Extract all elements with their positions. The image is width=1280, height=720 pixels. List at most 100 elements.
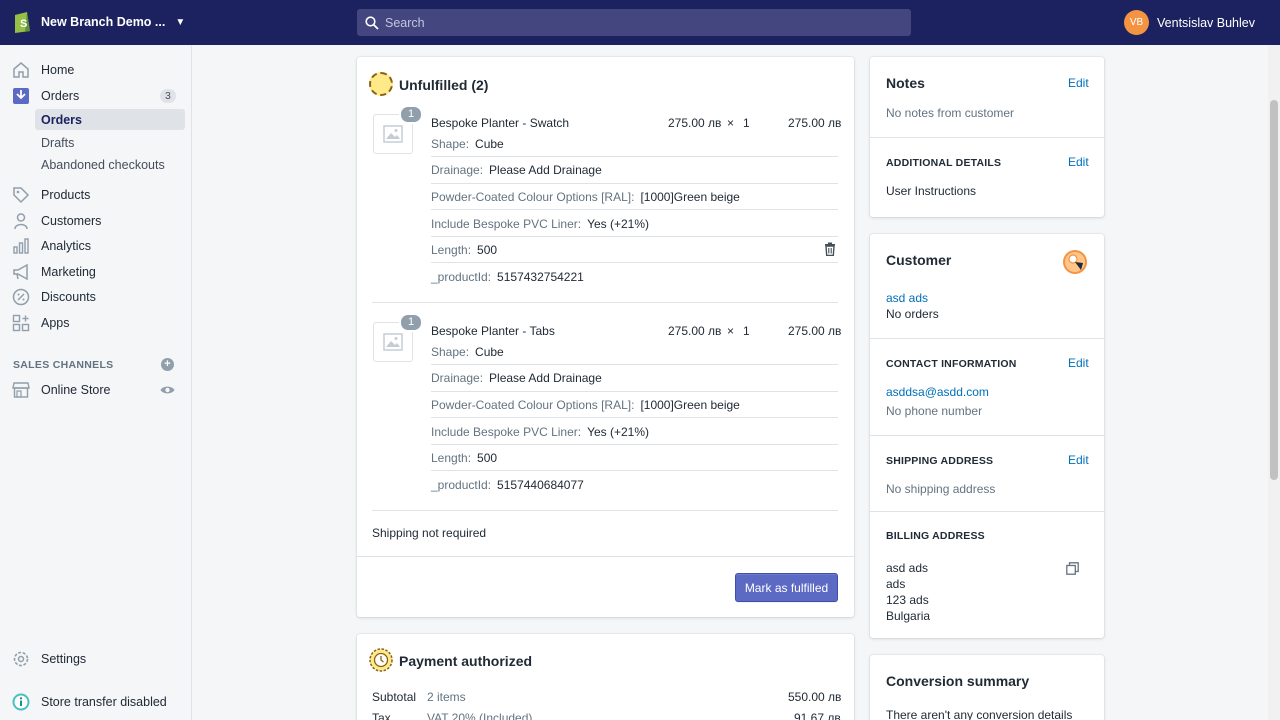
property-divider xyxy=(431,156,838,157)
customer-avatar[interactable] xyxy=(1063,250,1087,274)
edit-contact-link[interactable]: Edit xyxy=(1068,356,1089,370)
edit-shipping-address-link[interactable]: Edit xyxy=(1068,453,1089,467)
property-key: Drainage: xyxy=(431,163,484,177)
line-item-property: _productId: 5157432754221 xyxy=(431,270,838,284)
sidebar-item-home[interactable]: Home xyxy=(0,58,192,82)
mark-as-fulfilled-button[interactable]: Mark as fulfilled xyxy=(735,573,838,602)
sidebar-item-apps[interactable]: Apps xyxy=(0,311,192,335)
search-bar[interactable] xyxy=(357,9,911,36)
line-item-quantity: 1 xyxy=(743,116,750,130)
apps-icon xyxy=(12,314,30,332)
property-divider xyxy=(431,262,838,263)
property-divider xyxy=(431,444,838,445)
sales-channels-heading: SALES CHANNELS xyxy=(13,359,114,371)
sidebar-item-label: Store transfer disabled xyxy=(41,695,167,709)
property-value: Cube xyxy=(475,345,504,359)
tag-icon xyxy=(13,187,30,204)
store-name: New Branch Demo ... xyxy=(41,15,166,29)
property-key: Powder-Coated Colour Options [RAL]: xyxy=(431,190,635,204)
sidebar-item-label: Products xyxy=(41,188,91,202)
customer-email-link[interactable]: asddsa@asdd.com xyxy=(886,385,989,399)
property-key: Shape: xyxy=(431,137,470,151)
chevron-down-icon: ▼ xyxy=(175,16,186,28)
top-bar: S New Branch Demo ... ▼ VB Ventsislav Bu… xyxy=(0,0,1280,45)
quantity-badge: 1 xyxy=(399,313,423,332)
sidebar-item-analytics[interactable]: Analytics xyxy=(0,234,192,258)
eye-icon[interactable] xyxy=(160,385,175,395)
edit-notes-link[interactable]: Edit xyxy=(1068,76,1089,90)
property-divider xyxy=(431,209,838,210)
property-value: 5157440684077 xyxy=(497,478,584,492)
billing-address-line: 123 ads xyxy=(886,593,929,607)
edit-additional-details-link[interactable]: Edit xyxy=(1068,155,1089,169)
trash-icon[interactable] xyxy=(823,242,837,256)
sidebar-item-label: Apps xyxy=(41,316,70,330)
property-key: Powder-Coated Colour Options [RAL]: xyxy=(431,398,635,412)
shipping-address-heading: SHIPPING ADDRESS xyxy=(886,455,994,467)
sidebar-item-marketing[interactable]: Marketing xyxy=(0,260,192,284)
info-icon xyxy=(12,693,30,711)
payment-title: Payment authorized xyxy=(399,653,533,669)
store-transfer-status[interactable]: Store transfer disabled xyxy=(0,690,192,714)
card-divider xyxy=(870,338,1104,339)
property-value: [1000]Green beige xyxy=(640,190,740,204)
page-scrollbar[interactable] xyxy=(1268,45,1280,720)
gear-icon xyxy=(13,651,29,667)
billing-address-line: Bulgaria xyxy=(886,609,931,623)
person-icon xyxy=(14,213,28,230)
search-input[interactable] xyxy=(385,15,885,30)
bar-chart-icon xyxy=(13,238,29,254)
property-value: Yes (+21%) xyxy=(587,217,650,231)
property-divider xyxy=(431,364,838,365)
sidebar-item-products[interactable]: Products xyxy=(0,183,192,207)
subtotal-value: 550.00 лв xyxy=(788,690,842,704)
line-item-quantity: 1 xyxy=(743,324,750,338)
additional-details-value: User Instructions xyxy=(886,184,977,198)
multiply-sign: × xyxy=(727,324,735,338)
store-icon xyxy=(12,382,30,398)
image-placeholder-icon xyxy=(383,125,403,143)
property-divider xyxy=(431,470,838,471)
property-value: 500 xyxy=(477,243,498,257)
sidebar-item-label: Settings xyxy=(41,652,87,666)
line-item-name-link[interactable]: Bespoke Planter - Tabs xyxy=(431,324,555,338)
unfulfilled-title: Unfulfilled (2) xyxy=(399,77,489,93)
add-sales-channel-plus-icon[interactable]: + xyxy=(161,358,174,371)
line-item-unit-price: 275.00 лв xyxy=(668,116,722,130)
property-value: Please Add Drainage xyxy=(489,163,602,177)
property-key: Include Bespoke PVC Liner: xyxy=(431,425,582,439)
property-key: _productId: xyxy=(431,478,492,492)
sidebar-item-online-store[interactable]: Online Store xyxy=(0,378,192,402)
property-value: Cube xyxy=(475,137,504,151)
line-item-total: 275.00 лв xyxy=(788,116,842,130)
sidebar-item-discounts[interactable]: Discounts xyxy=(0,285,192,309)
copy-icon[interactable] xyxy=(1066,562,1079,575)
sidebar-subitem-abandoned-checkouts[interactable]: Abandoned checkouts xyxy=(35,154,185,175)
sidebar-subitem-orders[interactable]: Orders xyxy=(35,109,185,130)
sidebar-item-settings[interactable]: Settings xyxy=(0,647,192,671)
line-item-property: Powder-Coated Colour Options [RAL]: [1000… xyxy=(431,190,838,204)
orders-count-badge: 3 xyxy=(160,89,176,103)
property-divider xyxy=(431,417,838,418)
customer-name-link[interactable]: asd ads xyxy=(886,291,928,305)
quantity-badge: 1 xyxy=(399,105,423,124)
billing-address-line: asd ads xyxy=(886,561,929,575)
store-switcher[interactable]: S New Branch Demo ... ▼ xyxy=(12,10,185,34)
notes-empty: No notes from customer xyxy=(886,106,1015,120)
line-item-name-link[interactable]: Bespoke Planter - Swatch xyxy=(431,116,569,130)
property-key: _productId: xyxy=(431,270,492,284)
tax-value: 91.67 лв xyxy=(794,711,841,720)
sidebar-subitem-drafts[interactable]: Drafts xyxy=(35,132,185,153)
conversion-summary-title: Conversion summary xyxy=(886,673,1030,689)
scrollbar-thumb[interactable] xyxy=(1270,100,1278,480)
shopify-logo-icon: S xyxy=(15,12,30,33)
sidebar-item-orders[interactable]: Orders 3 xyxy=(0,84,192,108)
user-menu[interactable]: VB Ventsislav Buhlev xyxy=(1124,10,1255,35)
sidebar-item-label: Discounts xyxy=(41,290,96,304)
avatar: VB xyxy=(1124,10,1150,35)
line-item-property: Include Bespoke PVC Liner: Yes (+21%) xyxy=(431,425,838,439)
multiply-sign: × xyxy=(727,116,735,130)
tax-label: Tax xyxy=(372,711,391,720)
property-value: 5157432754221 xyxy=(497,270,584,284)
sidebar-item-customers[interactable]: Customers xyxy=(0,209,192,233)
